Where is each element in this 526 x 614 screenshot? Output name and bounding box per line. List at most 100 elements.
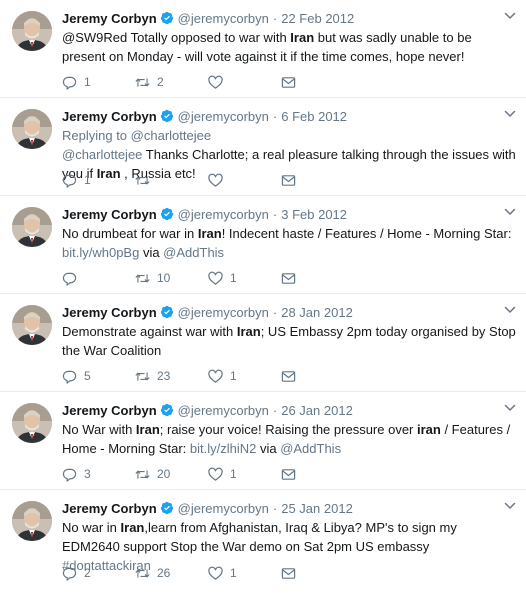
via-text: via: [256, 441, 281, 456]
author-handle[interactable]: @jeremycorbyn: [178, 501, 269, 516]
tweet[interactable]: Jeremy Corbyn @jeremycorbyn · 3 Feb 2012 No …: [0, 196, 526, 294]
retweet-button[interactable]: 20: [135, 467, 208, 482]
tweet[interactable]: Jeremy Corbyn @jeremycorbyn · 25 Jan 2012 No…: [0, 490, 526, 588]
avatar[interactable]: [12, 207, 52, 247]
tweet-date[interactable]: 3 Feb 2012: [281, 207, 347, 222]
reply-icon: [62, 467, 84, 482]
verified-badge-icon: [160, 403, 174, 417]
highlighted-keyword: Iran: [236, 324, 261, 339]
tweet[interactable]: Jeremy Corbyn @jeremycorbyn · 6 Feb 2012 Rep…: [0, 98, 526, 196]
highlighted-keyword: Iran: [120, 520, 145, 535]
retweet-count: 2: [157, 75, 164, 89]
reply-button[interactable]: [62, 271, 135, 286]
retweet-count: 20: [157, 467, 171, 481]
author-handle[interactable]: @jeremycorbyn: [178, 403, 269, 418]
mail-icon: [281, 173, 303, 188]
short-url-link[interactable]: bit.ly/zlhiN2: [190, 441, 256, 456]
reply-count: 3: [84, 467, 91, 481]
reply-button[interactable]: 5: [62, 369, 135, 384]
avatar[interactable]: [12, 501, 52, 541]
author-handle[interactable]: @jeremycorbyn: [178, 305, 269, 320]
heart-icon: [208, 369, 230, 384]
retweet-button[interactable]: [135, 173, 208, 188]
text-segment: ! Indecent haste / Features / Home - Mor…: [221, 226, 512, 241]
tweet-date[interactable]: 28 Jan 2012: [281, 305, 353, 320]
direct-message-button[interactable]: [281, 566, 303, 581]
tweet-date[interactable]: 6 Feb 2012: [281, 109, 347, 124]
direct-message-button[interactable]: [281, 173, 303, 188]
reply-button[interactable]: 3: [62, 467, 135, 482]
tweet[interactable]: Jeremy Corbyn @jeremycorbyn · 26 Jan 2012 No…: [0, 392, 526, 490]
mention-link[interactable]: @charlottejee: [62, 147, 142, 162]
like-button[interactable]: 1: [208, 566, 281, 581]
direct-message-button[interactable]: [281, 271, 303, 286]
retweet-icon: [135, 173, 157, 188]
retweet-button[interactable]: 26: [135, 566, 208, 581]
reply-count: 1: [84, 75, 91, 89]
chevron-down-icon[interactable]: [504, 108, 518, 122]
chevron-down-icon[interactable]: [504, 500, 518, 514]
tweet-text: @SW9Red Totally opposed to war with Iran…: [62, 28, 518, 66]
like-button[interactable]: [208, 173, 281, 188]
chevron-down-icon[interactable]: [504, 304, 518, 318]
reply-count: 5: [84, 369, 91, 383]
avatar[interactable]: [12, 109, 52, 149]
via-source-link[interactable]: @AddThis: [280, 441, 341, 456]
mail-icon: [281, 467, 303, 482]
author-handle[interactable]: @jeremycorbyn: [178, 11, 269, 26]
highlighted-keyword: Iran: [290, 30, 315, 45]
retweet-button[interactable]: 23: [135, 369, 208, 384]
separator-dot: ·: [272, 10, 278, 26]
mail-icon: [281, 369, 303, 384]
verified-badge-icon: [160, 501, 174, 515]
short-url-link[interactable]: bit.ly/wh0pBg: [62, 245, 139, 260]
author-handle[interactable]: @jeremycorbyn: [178, 109, 269, 124]
retweet-button[interactable]: 10: [135, 271, 208, 286]
reply-button[interactable]: 1: [62, 173, 135, 188]
tweet-date[interactable]: 26 Jan 2012: [281, 403, 353, 418]
replying-to: Replying to @charlottejee: [62, 126, 518, 145]
chevron-down-icon[interactable]: [504, 10, 518, 24]
author-name[interactable]: Jeremy Corbyn: [62, 11, 157, 26]
author-name[interactable]: Jeremy Corbyn: [62, 501, 157, 516]
tweet[interactable]: Jeremy Corbyn @jeremycorbyn · 28 Jan 2012 De…: [0, 294, 526, 392]
tweet-text: Demonstrate against war with Iran; US Em…: [62, 322, 518, 360]
tweet-content: Jeremy Corbyn @jeremycorbyn · 28 Jan 2012 De…: [62, 302, 518, 360]
direct-message-button[interactable]: [281, 467, 303, 482]
reply-button[interactable]: 2: [62, 566, 135, 581]
direct-message-button[interactable]: [281, 75, 303, 90]
tweet-actions: 2 26 1: [62, 564, 303, 582]
avatar[interactable]: [12, 11, 52, 51]
reply-icon: [62, 271, 84, 286]
like-button[interactable]: 1: [208, 271, 281, 286]
avatar[interactable]: [12, 305, 52, 345]
like-count: 1: [230, 369, 237, 383]
avatar[interactable]: [12, 403, 52, 443]
like-button[interactable]: 1: [208, 467, 281, 482]
chevron-down-icon[interactable]: [504, 402, 518, 416]
like-button[interactable]: 1: [208, 369, 281, 384]
like-button[interactable]: [208, 75, 281, 90]
reply-button[interactable]: 1: [62, 75, 135, 90]
direct-message-button[interactable]: [281, 369, 303, 384]
tweet-content: Jeremy Corbyn @jeremycorbyn · 3 Feb 2012 No …: [62, 204, 518, 262]
reply-icon: [62, 369, 84, 384]
via-source-link[interactable]: @AddThis: [163, 245, 224, 260]
chevron-down-icon[interactable]: [504, 206, 518, 220]
tweet-date[interactable]: 22 Feb 2012: [281, 11, 354, 26]
reply-icon: [62, 173, 84, 188]
replying-to-link[interactable]: @charlottejee: [131, 128, 211, 143]
author-handle[interactable]: @jeremycorbyn: [178, 207, 269, 222]
tweet-actions: 3 20 1: [62, 465, 303, 483]
author-name[interactable]: Jeremy Corbyn: [62, 207, 157, 222]
highlighted-keyword: Iran: [197, 226, 222, 241]
tweet-actions: 12: [62, 73, 303, 91]
tweet-date[interactable]: 25 Jan 2012: [281, 501, 353, 516]
author-name[interactable]: Jeremy Corbyn: [62, 403, 157, 418]
mail-icon: [281, 566, 303, 581]
tweet[interactable]: Jeremy Corbyn @jeremycorbyn · 22 Feb 2012 @S…: [0, 0, 526, 98]
author-name[interactable]: Jeremy Corbyn: [62, 109, 157, 124]
author-name[interactable]: Jeremy Corbyn: [62, 305, 157, 320]
retweet-button[interactable]: 2: [135, 75, 208, 90]
retweet-icon: [135, 566, 157, 581]
